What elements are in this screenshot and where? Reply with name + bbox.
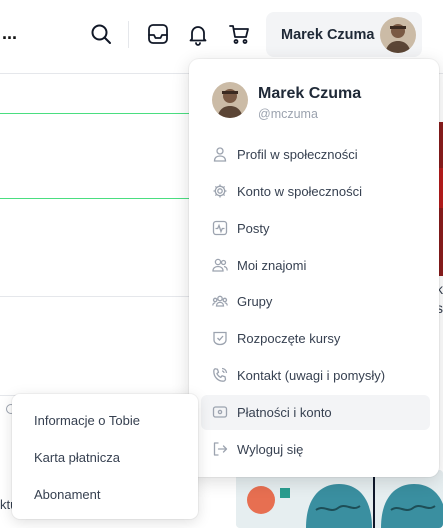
friends-icon bbox=[212, 258, 228, 272]
submenu-item-subscription[interactable]: Abonament bbox=[12, 476, 198, 512]
menu-item-community-account[interactable]: Konto w społeczności bbox=[201, 174, 430, 209]
menu-item-groups[interactable]: Grupy bbox=[201, 284, 430, 319]
settings-icon bbox=[213, 184, 227, 198]
background-accent-line bbox=[0, 198, 189, 199]
cart-icon[interactable] bbox=[227, 22, 251, 46]
toolbar-divider bbox=[128, 21, 129, 48]
logout-icon bbox=[213, 442, 228, 456]
user-menu-button[interactable]: Marek Czuma bbox=[266, 12, 422, 57]
menu-item-logout[interactable]: Wyloguj się bbox=[201, 432, 430, 467]
submenu-item-payment-card[interactable]: Karta płatnicza bbox=[12, 439, 198, 475]
menu-item-label: Moi znajomi bbox=[237, 258, 307, 273]
payments-submenu: Informacje o Tobie Karta płatnicza Abona… bbox=[12, 394, 198, 519]
menu-item-label: Wyloguj się bbox=[237, 442, 304, 457]
menu-item-label: Płatności i konto bbox=[237, 405, 332, 420]
menu-item-posts[interactable]: Posty bbox=[201, 211, 430, 246]
menu-item-started-courses[interactable]: Rozpoczęte kursy bbox=[201, 321, 430, 356]
background-divider bbox=[0, 296, 189, 297]
menu-item-label: Grupy bbox=[237, 294, 273, 309]
background-course-image bbox=[236, 470, 443, 528]
menu-item-payments-account[interactable]: Płatności i konto bbox=[201, 395, 430, 430]
phone-icon bbox=[213, 367, 228, 382]
menu-item-label: Konto w społeczności bbox=[237, 184, 363, 199]
groups-icon bbox=[212, 295, 228, 307]
user-menu-name: Marek Czuma bbox=[281, 27, 375, 43]
user-icon bbox=[213, 147, 227, 162]
bell-icon[interactable] bbox=[186, 22, 210, 46]
course-icon bbox=[213, 331, 227, 346]
submenu-item-label: Karta płatnicza bbox=[34, 450, 120, 465]
menu-item-friends[interactable]: Moi znajomi bbox=[201, 248, 430, 283]
background-accent-line bbox=[0, 113, 189, 114]
menu-item-label: Kontakt (uwagi i pomysły) bbox=[237, 368, 386, 383]
submenu-item-about-you[interactable]: Informacje o Tobie bbox=[12, 402, 198, 438]
menu-item-community-profile[interactable]: Profil w społeczności bbox=[201, 137, 430, 172]
profile-avatar bbox=[212, 82, 248, 118]
menu-item-label: Posty bbox=[237, 221, 270, 236]
menu-item-label: Rozpoczęte kursy bbox=[237, 331, 341, 346]
search-icon[interactable] bbox=[89, 22, 113, 46]
inbox-icon[interactable] bbox=[146, 22, 170, 46]
menu-item-contact[interactable]: Kontakt (uwagi i pomysły) bbox=[201, 358, 430, 393]
profile-dropdown-menu: Marek Czuma @mczuma Profil w społecznośc… bbox=[189, 59, 439, 477]
menu-item-label: Profil w społeczności bbox=[237, 147, 358, 162]
activity-icon bbox=[212, 220, 228, 236]
more-menu-button[interactable]: ... bbox=[2, 23, 17, 44]
payment-icon bbox=[212, 406, 228, 418]
submenu-item-label: Abonament bbox=[34, 487, 101, 502]
profile-name: Marek Czuma bbox=[258, 85, 362, 102]
submenu-item-label: Informacje o Tobie bbox=[34, 413, 140, 428]
profile-handle: @mczuma bbox=[258, 107, 318, 121]
avatar bbox=[380, 17, 416, 53]
